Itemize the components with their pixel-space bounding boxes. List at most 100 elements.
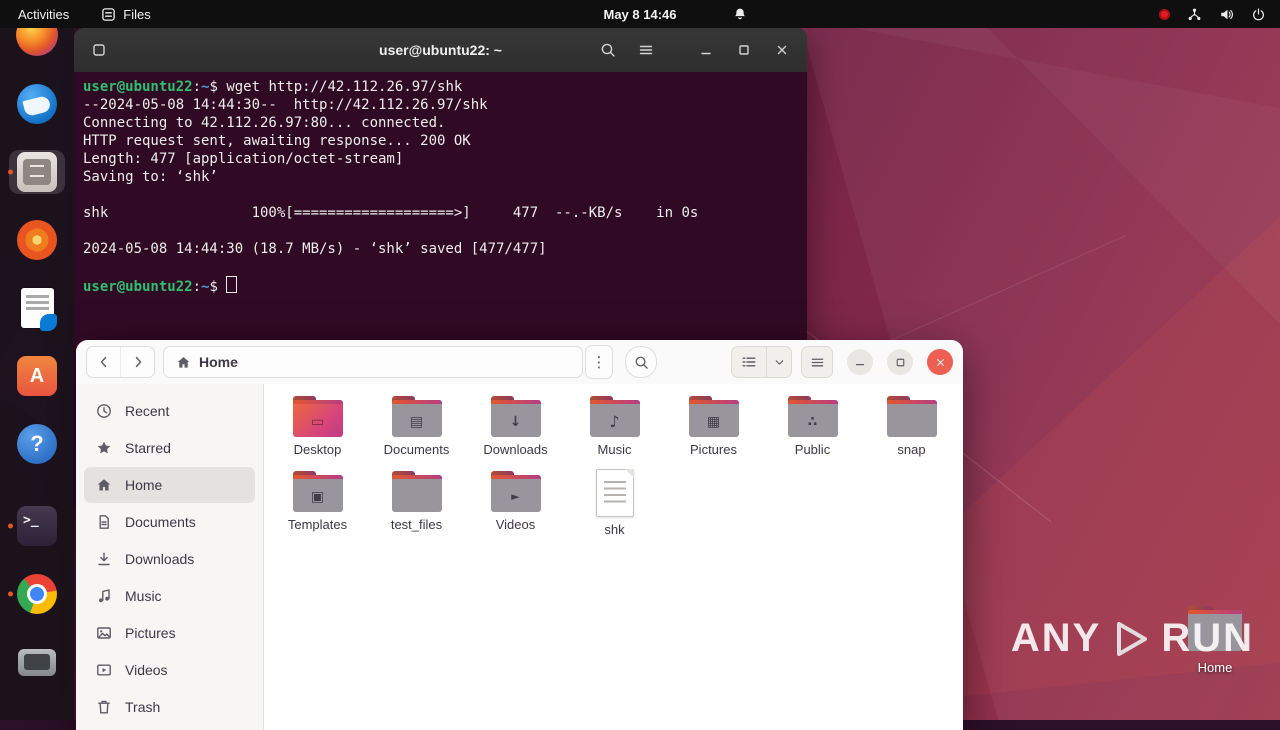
terminal-close-button[interactable] bbox=[767, 35, 797, 65]
dock-item-ubuntu-software[interactable] bbox=[9, 354, 65, 398]
terminal-line: Saving to: ‘shk’ bbox=[83, 169, 218, 185]
new-tab-button[interactable] bbox=[84, 35, 114, 65]
dock-item-chrome[interactable] bbox=[8, 572, 65, 616]
file-item-templates[interactable]: Templates bbox=[270, 471, 365, 546]
maximize-icon bbox=[896, 358, 904, 366]
focused-app-menu[interactable]: Files bbox=[87, 0, 164, 28]
sidebar-item-label: Documents bbox=[125, 514, 196, 530]
files-close-button[interactable] bbox=[927, 349, 953, 375]
folder-icon bbox=[391, 471, 442, 512]
files-minimize-button[interactable] bbox=[847, 349, 873, 375]
sidebar-item-downloads[interactable]: Downloads bbox=[84, 541, 255, 577]
downloads-emblem-icon bbox=[491, 406, 541, 437]
terminal-line: Connecting to 42.112.26.97:80... connect… bbox=[83, 115, 446, 131]
volume-icon bbox=[1221, 9, 1233, 19]
dock-item-help[interactable] bbox=[9, 422, 65, 466]
folder-icon bbox=[292, 396, 343, 437]
list-view-icon bbox=[742, 357, 756, 367]
dock bbox=[0, 28, 74, 720]
files-search-button[interactable] bbox=[625, 346, 657, 378]
minimize-icon bbox=[855, 364, 865, 366]
bell-icon bbox=[735, 8, 745, 20]
sidebar-item-starred[interactable]: Starred bbox=[84, 430, 255, 466]
recording-indicator-icon bbox=[1159, 8, 1170, 20]
dock-item-firefox[interactable] bbox=[9, 28, 65, 58]
file-item-downloads[interactable]: Downloads bbox=[468, 396, 563, 471]
terminal-line: shk 100%[===================>] 477 --.-K… bbox=[83, 205, 699, 221]
sidebar-item-pictures[interactable]: Pictures bbox=[84, 615, 255, 651]
top-bar: Activities Files May 8 14:46 bbox=[0, 0, 1280, 28]
system-tray[interactable] bbox=[1145, 0, 1280, 28]
file-item-label: Downloads bbox=[483, 442, 548, 457]
sidebar-item-recent[interactable]: Recent bbox=[84, 393, 255, 429]
files-headerbar[interactable]: Home bbox=[76, 340, 963, 385]
dock-item-libreoffice-writer[interactable] bbox=[9, 286, 65, 331]
folder-icon bbox=[292, 471, 343, 512]
file-item-test-files[interactable]: test_files bbox=[369, 471, 464, 546]
file-item-label: Music bbox=[597, 442, 632, 457]
dock-item-guest-tools[interactable] bbox=[9, 640, 65, 684]
picture-icon bbox=[97, 627, 111, 639]
folder-icon bbox=[886, 396, 937, 437]
sidebar-item-label: Pictures bbox=[125, 625, 176, 641]
dock-item-rhythmbox[interactable] bbox=[9, 218, 65, 262]
focused-app-label: Files bbox=[123, 6, 151, 22]
folder-icon bbox=[688, 396, 739, 437]
folder-icon bbox=[490, 471, 541, 512]
file-item-documents[interactable]: Documents bbox=[369, 396, 464, 471]
terminal-line: 2024-05-08 14:44:30 (18.7 MB/s) - ‘shk’ … bbox=[83, 241, 547, 257]
files-window: Home Rece bbox=[76, 340, 963, 730]
terminal-menu-button[interactable] bbox=[631, 35, 661, 65]
activities-button[interactable]: Activities bbox=[0, 0, 87, 28]
forward-button[interactable] bbox=[120, 347, 154, 377]
file-item-shk[interactable]: shk bbox=[567, 469, 662, 546]
pictures-emblem-icon bbox=[689, 406, 739, 437]
dock-item-app-grid[interactable] bbox=[9, 708, 65, 720]
music-emblem-icon bbox=[590, 406, 640, 437]
running-indicator bbox=[8, 523, 13, 529]
file-item-videos[interactable]: Videos bbox=[468, 471, 563, 546]
desktop-home-icon[interactable]: Home bbox=[1186, 606, 1244, 675]
path-bar[interactable]: Home bbox=[163, 346, 583, 378]
chevron-right-icon bbox=[135, 356, 141, 368]
terminal-minimize-button[interactable] bbox=[691, 35, 721, 65]
clock-menu[interactable]: May 8 14:46 bbox=[604, 7, 677, 22]
prompt-user: user@ubuntu22 bbox=[83, 279, 193, 295]
terminal-headerbar[interactable]: user@ubuntu22: ~ bbox=[74, 28, 807, 73]
files-app-icon bbox=[17, 152, 57, 192]
terminal-maximize-button[interactable] bbox=[729, 35, 759, 65]
file-item-music[interactable]: Music bbox=[567, 396, 662, 471]
notification-bell[interactable] bbox=[733, 7, 747, 21]
file-item-snap[interactable]: snap bbox=[864, 396, 959, 471]
sidebar-item-label: Home bbox=[125, 477, 163, 493]
dock-item-files[interactable] bbox=[8, 150, 65, 194]
file-item-public[interactable]: Public bbox=[765, 396, 860, 471]
sidebar-item-videos[interactable]: Videos bbox=[84, 652, 255, 688]
terminal-title: user@ubuntu22: ~ bbox=[379, 42, 502, 58]
prompt-colon: : bbox=[192, 79, 202, 95]
sidebar-item-music[interactable]: Music bbox=[84, 578, 255, 614]
location-options-button[interactable] bbox=[585, 345, 613, 379]
rhythmbox-icon bbox=[17, 220, 57, 260]
file-item-desktop[interactable]: Desktop bbox=[270, 396, 365, 471]
file-item-label: Pictures bbox=[690, 442, 737, 457]
folder-icon bbox=[787, 396, 838, 437]
file-item-label: Videos bbox=[495, 517, 536, 532]
files-sidebar: Recent Starred Home Documents Downloads … bbox=[76, 384, 264, 730]
dock-item-terminal[interactable] bbox=[8, 504, 65, 548]
folder-icon bbox=[589, 396, 640, 437]
sidebar-item-home[interactable]: Home bbox=[84, 467, 255, 503]
dock-item-thunderbird[interactable] bbox=[9, 82, 65, 126]
file-item-label: Documents bbox=[383, 442, 450, 457]
files-maximize-button[interactable] bbox=[887, 349, 913, 375]
view-options-dropdown[interactable] bbox=[766, 347, 791, 377]
file-item-pictures[interactable]: Pictures bbox=[666, 396, 761, 471]
back-button[interactable] bbox=[87, 347, 120, 377]
file-item-label: Public bbox=[794, 442, 831, 457]
terminal-search-button[interactable] bbox=[593, 35, 623, 65]
list-view-button[interactable] bbox=[732, 347, 766, 377]
public-emblem-icon bbox=[788, 406, 838, 437]
new-tab-icon bbox=[93, 44, 105, 56]
files-menu-button[interactable] bbox=[801, 346, 833, 378]
sidebar-item-documents[interactable]: Documents bbox=[84, 504, 255, 540]
